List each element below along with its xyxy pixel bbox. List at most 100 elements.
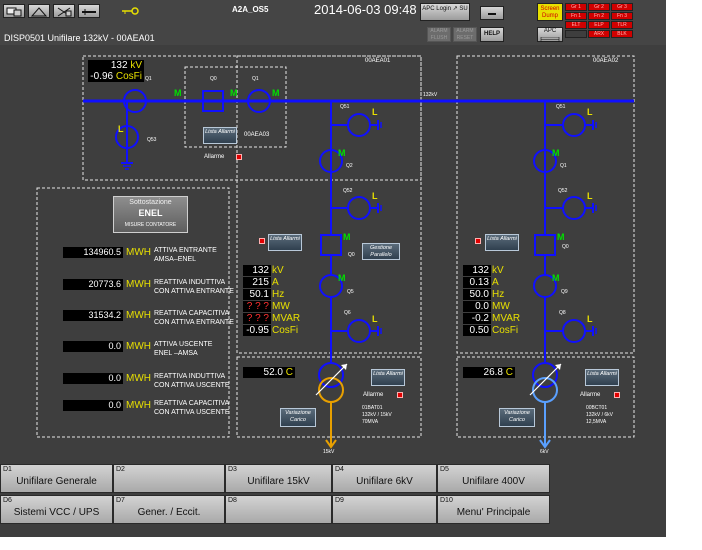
incoming-cosfi-unit: CosFi <box>115 71 142 82</box>
nav-button-number: D9 <box>335 497 344 504</box>
window-frame: A2A_OS5 2014-06-03 09:48 APC Login ↗ SU … <box>0 0 702 550</box>
gestione-parallelo-button[interactable]: Gestione Parallelo <box>362 243 400 260</box>
bay2-q51-label: Q51 <box>556 104 566 110</box>
meter-label: CON ATTIVA USCENTE <box>154 409 230 416</box>
bay2-alarm-indicator-1[interactable] <box>475 238 481 244</box>
busbar-label: 132kV <box>423 92 438 98</box>
network-button[interactable] <box>53 4 75 18</box>
bay1-out-label: 15kV <box>323 449 335 455</box>
apc-button[interactable]: APC <box>537 27 563 42</box>
bay2-temperature: 26.8 C <box>463 367 515 378</box>
bay1-q0[interactable] <box>320 234 342 256</box>
alarm-reset-button[interactable]: ALARM RESET <box>453 27 477 42</box>
meter-value: 134960.5 <box>63 247 123 258</box>
nav-button-d2[interactable]: D2 <box>113 464 225 493</box>
bay1-alarm-indicator-1[interactable] <box>259 238 265 244</box>
apc-label: APC <box>543 28 557 34</box>
motor-label-2: M <box>230 88 238 98</box>
bay1-temp-number: 52.0 <box>263 367 283 378</box>
status-cell[interactable]: Fn 3 <box>611 12 633 20</box>
bay2-variazione-carico-button[interactable]: Variazione Carico <box>499 408 535 427</box>
meter-value: 0.0 <box>63 341 123 352</box>
status-cell[interactable]: BLK <box>611 30 633 38</box>
nav-button-d10[interactable]: D10 Menu' Principale <box>437 495 550 524</box>
bay1-meas-unit: Hz <box>272 289 285 300</box>
label-q1b: Q1 <box>252 76 259 82</box>
bay2-lista-allarmi-2-button[interactable]: Lista Allarmi <box>585 369 619 386</box>
nav-button-label: Menu' Principale <box>456 507 531 518</box>
motor-label-3: M <box>272 88 280 98</box>
status-cell[interactable]: TLR <box>611 21 633 29</box>
bay2-q0[interactable] <box>534 234 556 256</box>
bay1-q6-load: L <box>372 314 378 324</box>
bay2-q1-label: Q1 <box>560 163 567 169</box>
status-cell[interactable]: Fn 1 <box>565 12 587 20</box>
bay1-meas-unit: MVAR <box>272 313 301 324</box>
bay2-temp-number: 26.8 <box>483 367 503 378</box>
bay2-q9-motor: M <box>552 273 560 283</box>
bay1-q51-label: Q51 <box>340 104 350 110</box>
nav-button-label: Unifilare 400V <box>462 476 525 487</box>
substation-subtitle: MISURE CONTATORE <box>124 222 177 228</box>
bay1-q51[interactable] <box>331 113 382 137</box>
bay2-q9-label: Q9 <box>561 289 568 295</box>
bay2-out-label: 6kV <box>540 449 549 455</box>
nav-button-d3[interactable]: D3 Unifilare 15kV <box>225 464 332 493</box>
bay1-q6-label: Q6 <box>344 310 351 316</box>
bay2-meas-unit: MW <box>492 301 510 312</box>
nav-button-d4[interactable]: D4 Unifilare 6kV <box>332 464 437 493</box>
nav-button-number: D1 <box>3 466 12 473</box>
minimize-icon <box>488 13 496 15</box>
alarm-flush-button[interactable]: ALARM FLUSH <box>427 27 451 42</box>
nav-button-label: Sistemi VCC / UPS <box>13 507 100 518</box>
bay1-trafo-ratio: 132kV / 15kV <box>362 412 392 418</box>
warning-icon <box>31 7 47 17</box>
status-cell[interactable]: ELP <box>588 21 610 29</box>
app-title: A2A_OS5 <box>232 5 269 14</box>
bay2-q51[interactable] <box>545 113 597 137</box>
alarm-triangle-button[interactable] <box>28 4 50 18</box>
bay2-lista-allarmi-button[interactable]: Lista Allarmi <box>485 234 519 251</box>
apc-login-button[interactable]: APC Login ↗ SU <box>420 3 470 21</box>
status-cell[interactable]: Gr 2 <box>588 3 610 11</box>
status-cell[interactable]: Gr 3 <box>611 3 633 11</box>
monitor-button[interactable] <box>3 4 25 18</box>
lista-allarmi-q0-button[interactable]: Lista Allarmi <box>203 127 237 144</box>
bay1-meas-unit: CosFi <box>272 325 299 336</box>
screen-dump-button[interactable]: Screen Dump <box>537 3 563 21</box>
incoming-kv-number: 132 <box>110 60 128 71</box>
bay1-lista-allarmi-button[interactable]: Lista Allarmi <box>268 234 302 251</box>
line-button[interactable] <box>78 4 100 18</box>
nav-button-d9[interactable]: D9 <box>332 495 437 524</box>
status-cell[interactable] <box>565 30 587 38</box>
status-cell[interactable]: ARX <box>588 30 610 38</box>
nav-button-d6[interactable]: D6 Sistemi VCC / UPS <box>0 495 113 524</box>
bay1-variazione-carico-button[interactable]: Variazione Carico <box>280 408 316 427</box>
monitor-icon <box>6 7 22 17</box>
bay1-code: 00AEA01 <box>365 58 391 64</box>
nav-button-number: D5 <box>440 466 449 473</box>
bay1-alarm-indicator-2[interactable] <box>397 392 403 398</box>
nav-button-d8[interactable]: D8 <box>225 495 332 524</box>
nav-button-d1[interactable]: D1 Unifilare Generale <box>0 464 113 493</box>
status-cell[interactable]: ELT <box>565 21 587 29</box>
minimize-button[interactable] <box>480 6 504 20</box>
bay1-meas-value: ? ? ? <box>243 301 271 312</box>
bay1-meas-value: 132 <box>243 265 271 276</box>
key-icon[interactable] <box>121 6 139 16</box>
status-cell[interactable]: Gr 1 <box>565 3 587 11</box>
help-button[interactable]: HELP <box>480 27 504 42</box>
incoming-cosfi-value: -0.96 CosFi <box>88 71 144 82</box>
nav-button-d7[interactable]: D7 Gener. / Eccit. <box>113 495 225 524</box>
status-cell[interactable]: Fn 2 <box>588 12 610 20</box>
meter-label: CON ATTIVA ENTRANTE <box>154 288 234 295</box>
bay2-meas-value: 0.13 <box>463 277 491 288</box>
bay2-allarme-label: Allarme <box>580 392 601 398</box>
meter-unit: MWH <box>126 341 151 352</box>
bay2-meas-unit: A <box>492 277 499 288</box>
bay2-alarm-indicator-2[interactable] <box>614 392 620 398</box>
nav-button-d5[interactable]: D5 Unifilare 400V <box>437 464 550 493</box>
bay1-lista-allarmi-2-button[interactable]: Lista Allarmi <box>371 369 405 386</box>
nav-button-label: Unifilare 15kV <box>247 476 310 487</box>
alarm-indicator-q0[interactable] <box>236 154 242 160</box>
